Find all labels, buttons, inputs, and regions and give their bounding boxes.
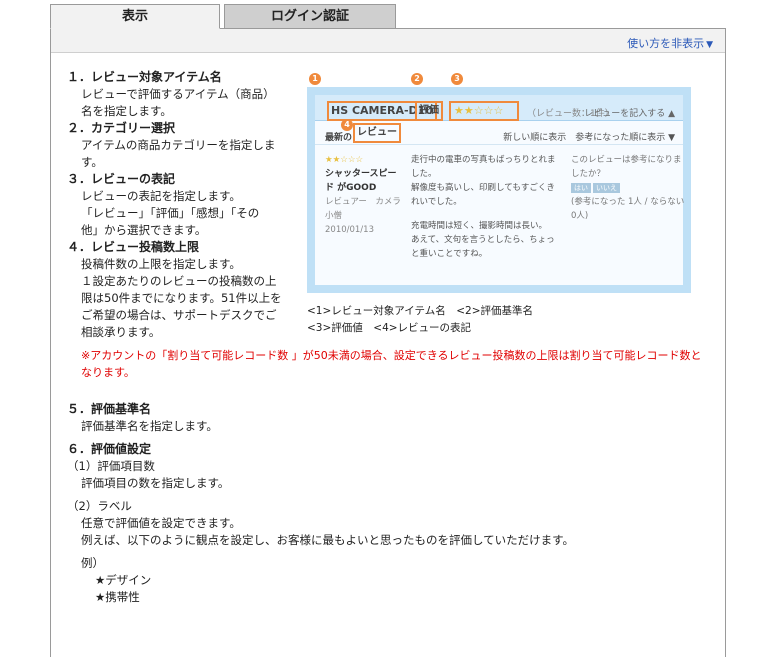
preview-review-title: シャッタースピード がGOOD [325, 169, 397, 193]
section-text: 任意で評価値を設定できます。 [81, 516, 241, 530]
section-text: 名を指定します。 [81, 104, 172, 118]
section-text: 評価項目の数を指定します。 [81, 476, 230, 490]
badge-2: 2 [411, 73, 423, 85]
section-heading: ５．評価基準名 [67, 402, 152, 416]
preview-date: 2010/01/13 [325, 225, 374, 235]
help-section-rating-values: ６．評価値設定 （1）評価項目数 評価項目の数を指定します。 （2）ラベル 任意… [67, 441, 717, 606]
preview-helpful-question: このレビューは参考になりましたか？ [571, 155, 682, 179]
review-widget-preview: 1 2 3 HS CAMERA-D10 評価 ★★☆☆☆ （レビュー数：1件） … [307, 67, 691, 293]
record-limit-note: ※アカウントの「割り当て可能レコード数 」が50未満の場合、設定できるレビュー投… [81, 349, 702, 379]
preview-yes-button: はい [571, 183, 591, 193]
help-section-category: ２．カテゴリー選択 アイテムの商品カテゴリーを指定しま す。 [67, 120, 303, 171]
preview-caption: <1>レビュー対象アイテム名 <2>評価基準名 <3>評価値 <4>レビューの表… [307, 303, 533, 337]
example-item: ★携帯性 [95, 590, 140, 604]
badge-4: 4 [341, 119, 353, 131]
preview-review-text: 走行中の電車の写真もばっちりとれました。 [411, 155, 556, 179]
section-text: レビューの表記を指定します。 [81, 189, 241, 203]
section-text: アイテムの商品カテゴリーを指定しま [81, 138, 276, 152]
section-heading: １．レビュー対象アイテム名 [67, 70, 222, 84]
help-left-column: １．レビュー対象アイテム名 レビューで評価するアイテム（商品） 名を指定します。… [67, 69, 303, 341]
preview-newest: 最新の [325, 133, 353, 143]
caption-line: <1>レビュー対象アイテム名 <2>評価基準名 [307, 305, 534, 317]
section-text: 評価基準名を指定します。 [81, 419, 218, 433]
preview-stars: ★★☆☆☆ [449, 101, 519, 121]
section-text: 投稿件数の上限を指定します。 [81, 257, 241, 271]
section-heading: ４．レビュー投稿数上限 [67, 240, 200, 254]
example-item: ★デザイン [95, 573, 152, 587]
preview-review-stars: ★★☆☆☆ [325, 155, 364, 165]
hide-help-label: 使い方を非表示 [627, 37, 705, 50]
section-text: 他」から選択できます。 [81, 223, 207, 237]
section-heading: ６．評価値設定 [67, 442, 152, 456]
chevron-down-icon: ▼ [706, 40, 713, 50]
preview-reviewer: レビュアー カメラ小僧 [325, 197, 401, 221]
preview-frame: HS CAMERA-D10 評価 ★★☆☆☆ （レビュー数：1件） レビューを記… [307, 87, 691, 293]
section-text: レビューで評価するアイテム（商品） [81, 87, 275, 101]
section-text: １設定あたりのレビューの投稿数の上 [81, 274, 277, 288]
tab-bar: 表示 ログイン認証 [50, 4, 726, 29]
preview-subheader: 最新の レビュー 新しい順に表示 参考になった順に表示 ▼ [315, 123, 683, 145]
preview-write-review: レビューを記入する ▲ [584, 109, 675, 119]
preview-review-label: レビュー [353, 123, 401, 143]
subsection-heading: （1）評価項目数 [67, 459, 155, 473]
badge-1: 1 [309, 73, 321, 85]
section-heading: ２．カテゴリー選択 [67, 121, 176, 135]
help-section-post-limit: ４．レビュー投稿数上限 投稿件数の上限を指定します。 １設定あたりのレビューの投… [67, 239, 303, 341]
tab-login-auth[interactable]: ログイン認証 [224, 4, 396, 29]
preview-inner: HS CAMERA-D10 評価 ★★☆☆☆ （レビュー数：1件） レビューを記… [315, 95, 684, 285]
help-section-criteria-name: ５．評価基準名 評価基準名を指定します。 [67, 401, 717, 435]
section-heading: ３．レビューの表記 [67, 172, 176, 186]
help-section-item-name: １．レビュー対象アイテム名 レビューで評価するアイテム（商品） 名を指定します。 [67, 69, 303, 120]
section-text: 限は50件までになります。51件以上を [81, 291, 282, 305]
help-section-notation: ３．レビューの表記 レビューの表記を指定します。 「レビュー」「評価」「感想」「… [67, 171, 303, 239]
example-label: 例） [81, 556, 104, 570]
tab-display[interactable]: 表示 [50, 4, 220, 29]
caption-line: <3>評価値 <4>レビューの表記 [307, 322, 472, 334]
settings-panel: 使い方を非表示 ▼ １．レビュー対象アイテム名 レビューで評価するアイテム（商品）… [50, 28, 726, 657]
preview-rating-label: 評価 [415, 101, 443, 121]
subsection-heading: （2）ラベル [67, 499, 132, 513]
preview-review-text: あえて、文句を言うとしたら、ちょっと重いことですね。 [411, 235, 555, 259]
preview-no-button: いいえ [593, 183, 620, 193]
section-text: ご希望の場合は、サポートデスクでご [81, 308, 277, 322]
section-text: 例えば、以下のように観点を設定し、お客様に最もよいと思ったものを評価していただけ… [81, 533, 574, 547]
hide-help-link[interactable]: 使い方を非表示 ▼ [627, 35, 713, 51]
panel-header: 使い方を非表示 ▼ [51, 29, 725, 53]
badge-3: 3 [451, 73, 463, 85]
preview-review-text: 解像度も高いし、印刷してもすごくきれいでした。 [411, 183, 555, 207]
preview-review-text: 充電時間は短く、撮影時間は長い。 [411, 221, 548, 231]
section-text: す。 [81, 155, 103, 169]
preview-header: HS CAMERA-D10 評価 ★★☆☆☆ （レビュー数：1件） レビューを記… [315, 95, 683, 121]
preview-sort: 新しい順に表示 参考になった順に表示 ▼ [503, 133, 675, 143]
section-text: 「レビュー」「評価」「感想」「その [81, 206, 260, 220]
section-text: 相談承ります。 [81, 325, 161, 339]
preview-helpful-count: (参考になった 1人 / ならない 0人) [571, 197, 685, 221]
